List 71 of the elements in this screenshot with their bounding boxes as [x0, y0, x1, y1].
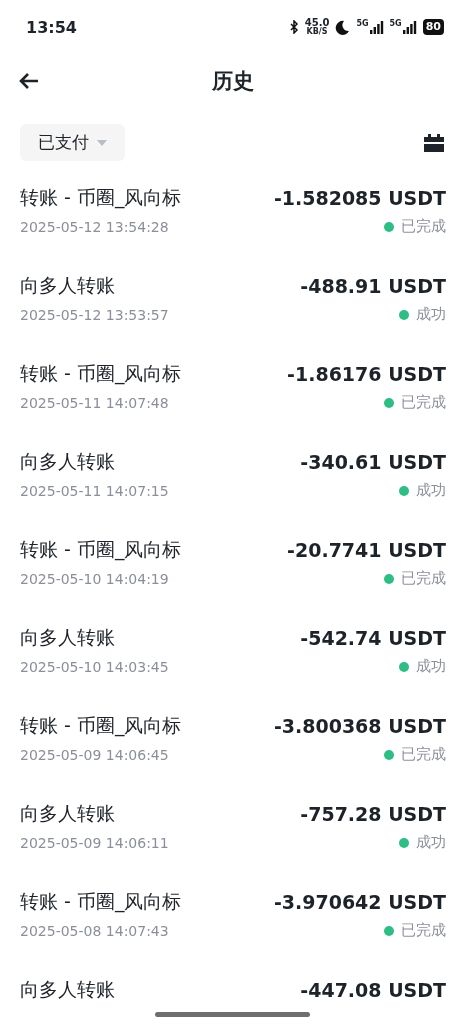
transaction-status: 成功 — [416, 305, 446, 324]
transaction-row[interactable]: 向多人转账 -447.08 USDT — [20, 977, 446, 1024]
status-dot — [399, 485, 409, 496]
transaction-row[interactable]: 转账 - 币圈_风向标 -20.7741 USDT 2025-05-10 14:04:19 已完成 — [20, 537, 446, 625]
transaction-status: 已完成 — [401, 569, 446, 588]
transaction-row[interactable]: 转账 - 币圈_风向标 -1.582085 USDT 2025-05-12 13:54:28 已完成 — [20, 185, 446, 273]
transaction-date: 2025-05-10 14:03:45 — [20, 658, 169, 675]
signal-icon — [369, 20, 384, 34]
transaction-title: 向多人转账 — [20, 625, 115, 650]
filter-dropdown[interactable]: 已支付 — [20, 124, 125, 161]
transaction-title: 向多人转账 — [20, 449, 115, 474]
transaction-date: 2025-05-11 14:07:15 — [20, 482, 169, 499]
transaction-amount: -3.800368 USDT — [273, 715, 446, 737]
transaction-title: 向多人转账 — [20, 977, 115, 1002]
transaction-title: 转账 - 币圈_风向标 — [20, 361, 182, 387]
network-label: 5G — [389, 20, 402, 28]
transaction-date: 2025-05-12 13:53:57 — [20, 306, 169, 323]
transaction-amount: -340.61 USDT — [300, 451, 446, 473]
calendar-icon[interactable] — [424, 133, 444, 152]
transaction-amount: -20.7741 USDT — [287, 539, 446, 561]
transaction-amount: -542.74 USDT — [300, 627, 446, 649]
signal-icon — [402, 20, 417, 34]
status-dot — [399, 837, 409, 848]
status-time: 13:54 — [26, 17, 77, 37]
transaction-title: 转账 - 币圈_风向标 — [20, 889, 182, 915]
transaction-row[interactable]: 向多人转账 -340.61 USDT 2025-05-11 14:07:15 成功 — [20, 449, 446, 537]
transaction-title: 转账 - 币圈_风向标 — [20, 185, 182, 211]
transaction-amount: -447.08 USDT — [300, 979, 446, 1001]
bluetooth-icon — [289, 20, 299, 34]
status-dot — [384, 573, 394, 584]
transaction-date: 2025-05-12 13:54:28 — [20, 218, 169, 235]
transaction-title: 向多人转账 — [20, 273, 115, 298]
page-title: 历史 — [212, 69, 254, 93]
transaction-row[interactable]: 转账 - 币圈_风向标 -1.86176 USDT 2025-05-11 14:07:48 已完成 — [20, 361, 446, 449]
transaction-title: 转账 - 币圈_风向标 — [20, 537, 182, 563]
transaction-row[interactable]: 向多人转账 -488.91 USDT 2025-05-12 13:53:57 成功 — [20, 273, 446, 361]
transaction-date: 2025-05-08 14:07:43 — [20, 922, 169, 939]
network-speed: 45.0 — [304, 18, 330, 28]
status-dot — [399, 309, 409, 320]
transaction-status: 已完成 — [401, 217, 446, 236]
transaction-row[interactable]: 向多人转账 -757.28 USDT 2025-05-09 14:06:11 成功 — [20, 801, 446, 889]
transaction-status: 已完成 — [401, 393, 446, 412]
transaction-amount: -757.28 USDT — [300, 803, 446, 825]
transaction-status: 已完成 — [401, 745, 446, 764]
transaction-status: 成功 — [416, 657, 446, 676]
transaction-status: 成功 — [416, 833, 446, 852]
transaction-amount: -488.91 USDT — [300, 275, 446, 297]
transaction-row[interactable]: 向多人转账 -542.74 USDT 2025-05-10 14:03:45 成功 — [20, 625, 446, 713]
transaction-status: 成功 — [416, 481, 446, 500]
transaction-amount: -1.582085 USDT — [273, 187, 446, 209]
transaction-date: 2025-05-11 14:07:48 — [20, 394, 169, 411]
transaction-date: 2025-05-09 14:06:45 — [20, 746, 169, 763]
status-dot — [384, 925, 394, 936]
caret-icon — [97, 139, 107, 146]
network-label: 5G — [356, 20, 369, 28]
moon-icon — [335, 19, 351, 35]
transaction-row[interactable]: 转账 - 币圈_风向标 -3.970642 USDT 2025-05-08 14:07:43 已完成 — [20, 889, 446, 977]
status-dot — [399, 661, 409, 672]
speed-unit: KB/S — [306, 28, 328, 36]
transaction-title: 转账 - 币圈_风向标 — [20, 713, 182, 739]
transaction-row[interactable]: 转账 - 币圈_风向标 -3.800368 USDT 2025-05-09 14:06:45 已完成 — [20, 713, 446, 801]
status-dot — [384, 397, 394, 408]
transaction-date: 2025-05-10 14:04:19 — [20, 570, 169, 587]
transaction-title: 向多人转账 — [20, 801, 115, 826]
battery-level: 80 — [422, 19, 444, 35]
transaction-date: 2025-05-09 14:06:11 — [20, 834, 169, 851]
status-dot — [384, 749, 394, 760]
transaction-amount: -3.970642 USDT — [273, 891, 446, 913]
transaction-status: 已完成 — [401, 921, 446, 940]
transaction-amount: -1.86176 USDT — [287, 363, 446, 385]
status-dot — [384, 221, 394, 232]
